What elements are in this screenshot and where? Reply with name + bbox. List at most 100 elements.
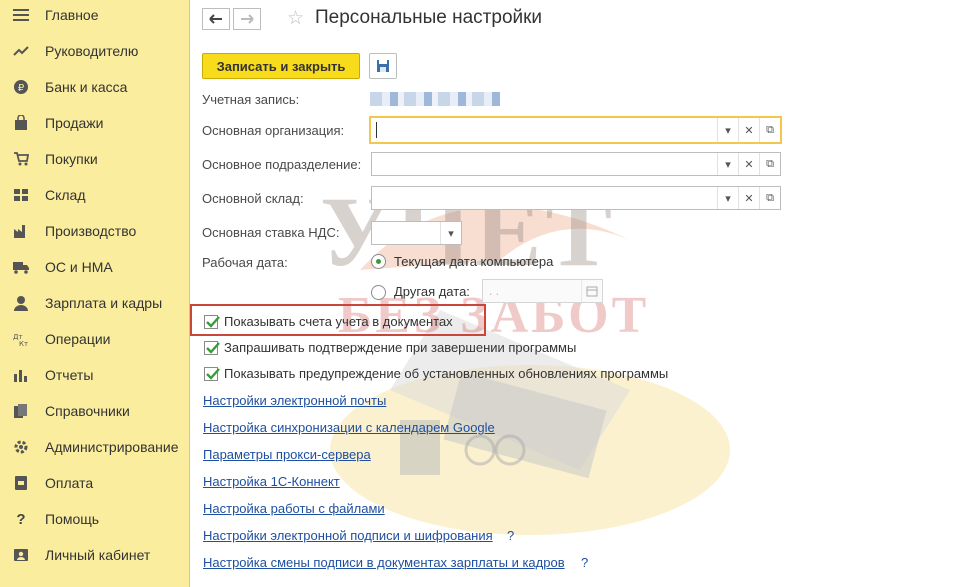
link-email-settings[interactable]: Настройки электронной почты (203, 393, 386, 408)
favorite-star-icon[interactable]: ☆ (287, 7, 304, 30)
person-icon (12, 294, 30, 312)
clear-button[interactable]: ✕ (738, 187, 759, 209)
open-window-icon: ⧉ (766, 157, 774, 170)
sidebar-item-fixed-assets[interactable]: ОС и НМА (0, 252, 189, 282)
save-button[interactable] (369, 53, 397, 79)
link-file-settings[interactable]: Настройка работы с файлами (203, 501, 385, 516)
dropdown-button[interactable]: ▾ (717, 153, 738, 175)
sidebar-item-warehouse[interactable]: Склад (0, 180, 189, 210)
sidebar-item-label: Отчеты (45, 367, 94, 383)
open-window-icon: ⧉ (766, 191, 774, 204)
sidebar-item-label: Руководителю (45, 43, 139, 59)
chevron-down-icon: ▾ (725, 192, 731, 205)
sidebar-item-label: Продажи (45, 115, 104, 131)
sidebar-item-label: Операции (45, 331, 111, 347)
gear-icon (12, 438, 30, 456)
open-button[interactable]: ⧉ (759, 153, 780, 175)
sidebar-item-purchases[interactable]: Покупки (0, 144, 189, 174)
calendar-button[interactable] (581, 280, 602, 302)
sidebar-item-label: Администрирование (45, 439, 179, 455)
other-date-input[interactable]: . . (482, 279, 603, 303)
truck-icon (12, 258, 30, 276)
sidebar-item-label: Главное (45, 7, 99, 23)
sidebar-item-account[interactable]: Личный кабинет (0, 540, 189, 570)
radio-other-date-label: Другая дата: (394, 284, 470, 299)
radio-other-date[interactable] (371, 285, 386, 300)
clear-button[interactable]: ✕ (738, 118, 759, 142)
sidebar-item-label: Покупки (45, 151, 98, 167)
menu-icon (12, 6, 30, 24)
checkbox-update-warning-label: Показывать предупреждение об установленн… (224, 366, 669, 381)
books-icon (12, 402, 30, 420)
account-value-blurred (370, 92, 500, 106)
close-icon: ✕ (744, 124, 754, 137)
question-icon: ? (16, 510, 26, 528)
link-signature-encryption[interactable]: Настройки электронной подписи и шифрован… (203, 528, 493, 543)
link-payroll-signature[interactable]: Настройка смены подписи в документах зар… (203, 555, 565, 570)
workdate-label: Рабочая дата: (202, 255, 288, 270)
sidebar-item-operations[interactable]: Дт Кт Операции (0, 324, 189, 354)
sidebar-item-help[interactable]: ? Помощь (0, 504, 189, 534)
chevron-down-icon: ▾ (725, 158, 731, 171)
sidebar-item-bank[interactable]: ₽ Банк и касса (0, 72, 189, 102)
warehouse-label: Основной склад: (202, 191, 304, 206)
sidebar-item-sales[interactable]: Продажи (0, 108, 189, 138)
back-button[interactable] (202, 8, 230, 30)
sidebar-item-label: Справочники (45, 403, 130, 419)
page-title: Персональные настройки (315, 7, 543, 28)
close-icon: ✕ (744, 158, 754, 171)
checkbox-update-warning[interactable] (204, 367, 220, 381)
arrow-right-icon (241, 14, 254, 24)
clear-button[interactable]: ✕ (738, 153, 759, 175)
dropdown-button[interactable]: ▾ (440, 222, 461, 244)
open-button[interactable]: ⧉ (759, 187, 780, 209)
link-1c-connect[interactable]: Настройка 1С-Коннект (203, 474, 340, 489)
svg-text:₽: ₽ (18, 83, 25, 94)
sidebar-item-director[interactable]: Руководителю (0, 36, 189, 66)
forward-button[interactable] (233, 8, 261, 30)
warehouse-input[interactable]: ▾ ✕ ⧉ (371, 186, 781, 210)
sidebar-item-label: Склад (45, 187, 86, 203)
cart-icon (12, 150, 30, 168)
checkbox-confirm-exit[interactable] (204, 341, 220, 355)
sidebar-item-label: Зарплата и кадры (45, 295, 163, 311)
ruble-icon: ₽ (12, 78, 30, 96)
checkbox-confirm-exit-label: Запрашивать подтверждение при завершении… (224, 340, 577, 355)
dept-input[interactable]: ▾ ✕ ⧉ (371, 152, 781, 176)
text-cursor (376, 122, 377, 138)
radio-current-date-label: Текущая дата компьютера (394, 254, 554, 269)
open-button[interactable]: ⧉ (759, 118, 780, 142)
dt-kt-icon: Дт Кт (12, 330, 30, 348)
sidebar: Главное Руководителю ₽ Банк и касса Прод… (0, 0, 190, 587)
main-content: УЧЕТ БЕЗ ЗАБОТ ☆ Персональные настройки … (190, 0, 964, 587)
help-signature-encryption-icon[interactable]: ? (507, 528, 514, 543)
date-placeholder: . . (489, 284, 500, 298)
sidebar-item-label: Личный кабинет (45, 547, 151, 563)
svg-text:Кт: Кт (19, 340, 28, 347)
chevron-down-icon: ▾ (725, 124, 731, 137)
sidebar-item-main[interactable]: Главное (0, 0, 189, 30)
sidebar-item-label: ОС и НМА (45, 259, 113, 275)
floppy-disk-icon (377, 60, 389, 72)
sidebar-item-administration[interactable]: Администрирование (0, 432, 189, 462)
account-icon (12, 546, 30, 564)
sidebar-item-payment[interactable]: Оплата (0, 468, 189, 498)
dept-label: Основное подразделение: (202, 157, 362, 172)
warehouse-icon (12, 186, 30, 204)
radio-current-date[interactable] (371, 254, 386, 269)
save-and-close-button[interactable]: Записать и закрыть (202, 53, 360, 79)
sidebar-item-directories[interactable]: Справочники (0, 396, 189, 426)
sidebar-item-production[interactable]: Производство (0, 216, 189, 246)
org-input[interactable]: ▾ ✕ ⧉ (369, 116, 782, 144)
sidebar-item-salary[interactable]: Зарплата и кадры (0, 288, 189, 318)
sidebar-item-reports[interactable]: Отчеты (0, 360, 189, 390)
dropdown-button[interactable]: ▾ (717, 118, 738, 142)
vat-select[interactable]: ▾ (371, 221, 462, 245)
factory-icon (12, 222, 30, 240)
link-google-calendar-sync[interactable]: Настройка синхронизации с календарем Goo… (203, 420, 495, 435)
dropdown-button[interactable]: ▾ (717, 187, 738, 209)
account-label: Учетная запись: (202, 92, 300, 107)
help-payroll-signature-icon[interactable]: ? (581, 555, 588, 570)
payment-icon (12, 474, 30, 492)
link-proxy-settings[interactable]: Параметры прокси-сервера (203, 447, 371, 462)
